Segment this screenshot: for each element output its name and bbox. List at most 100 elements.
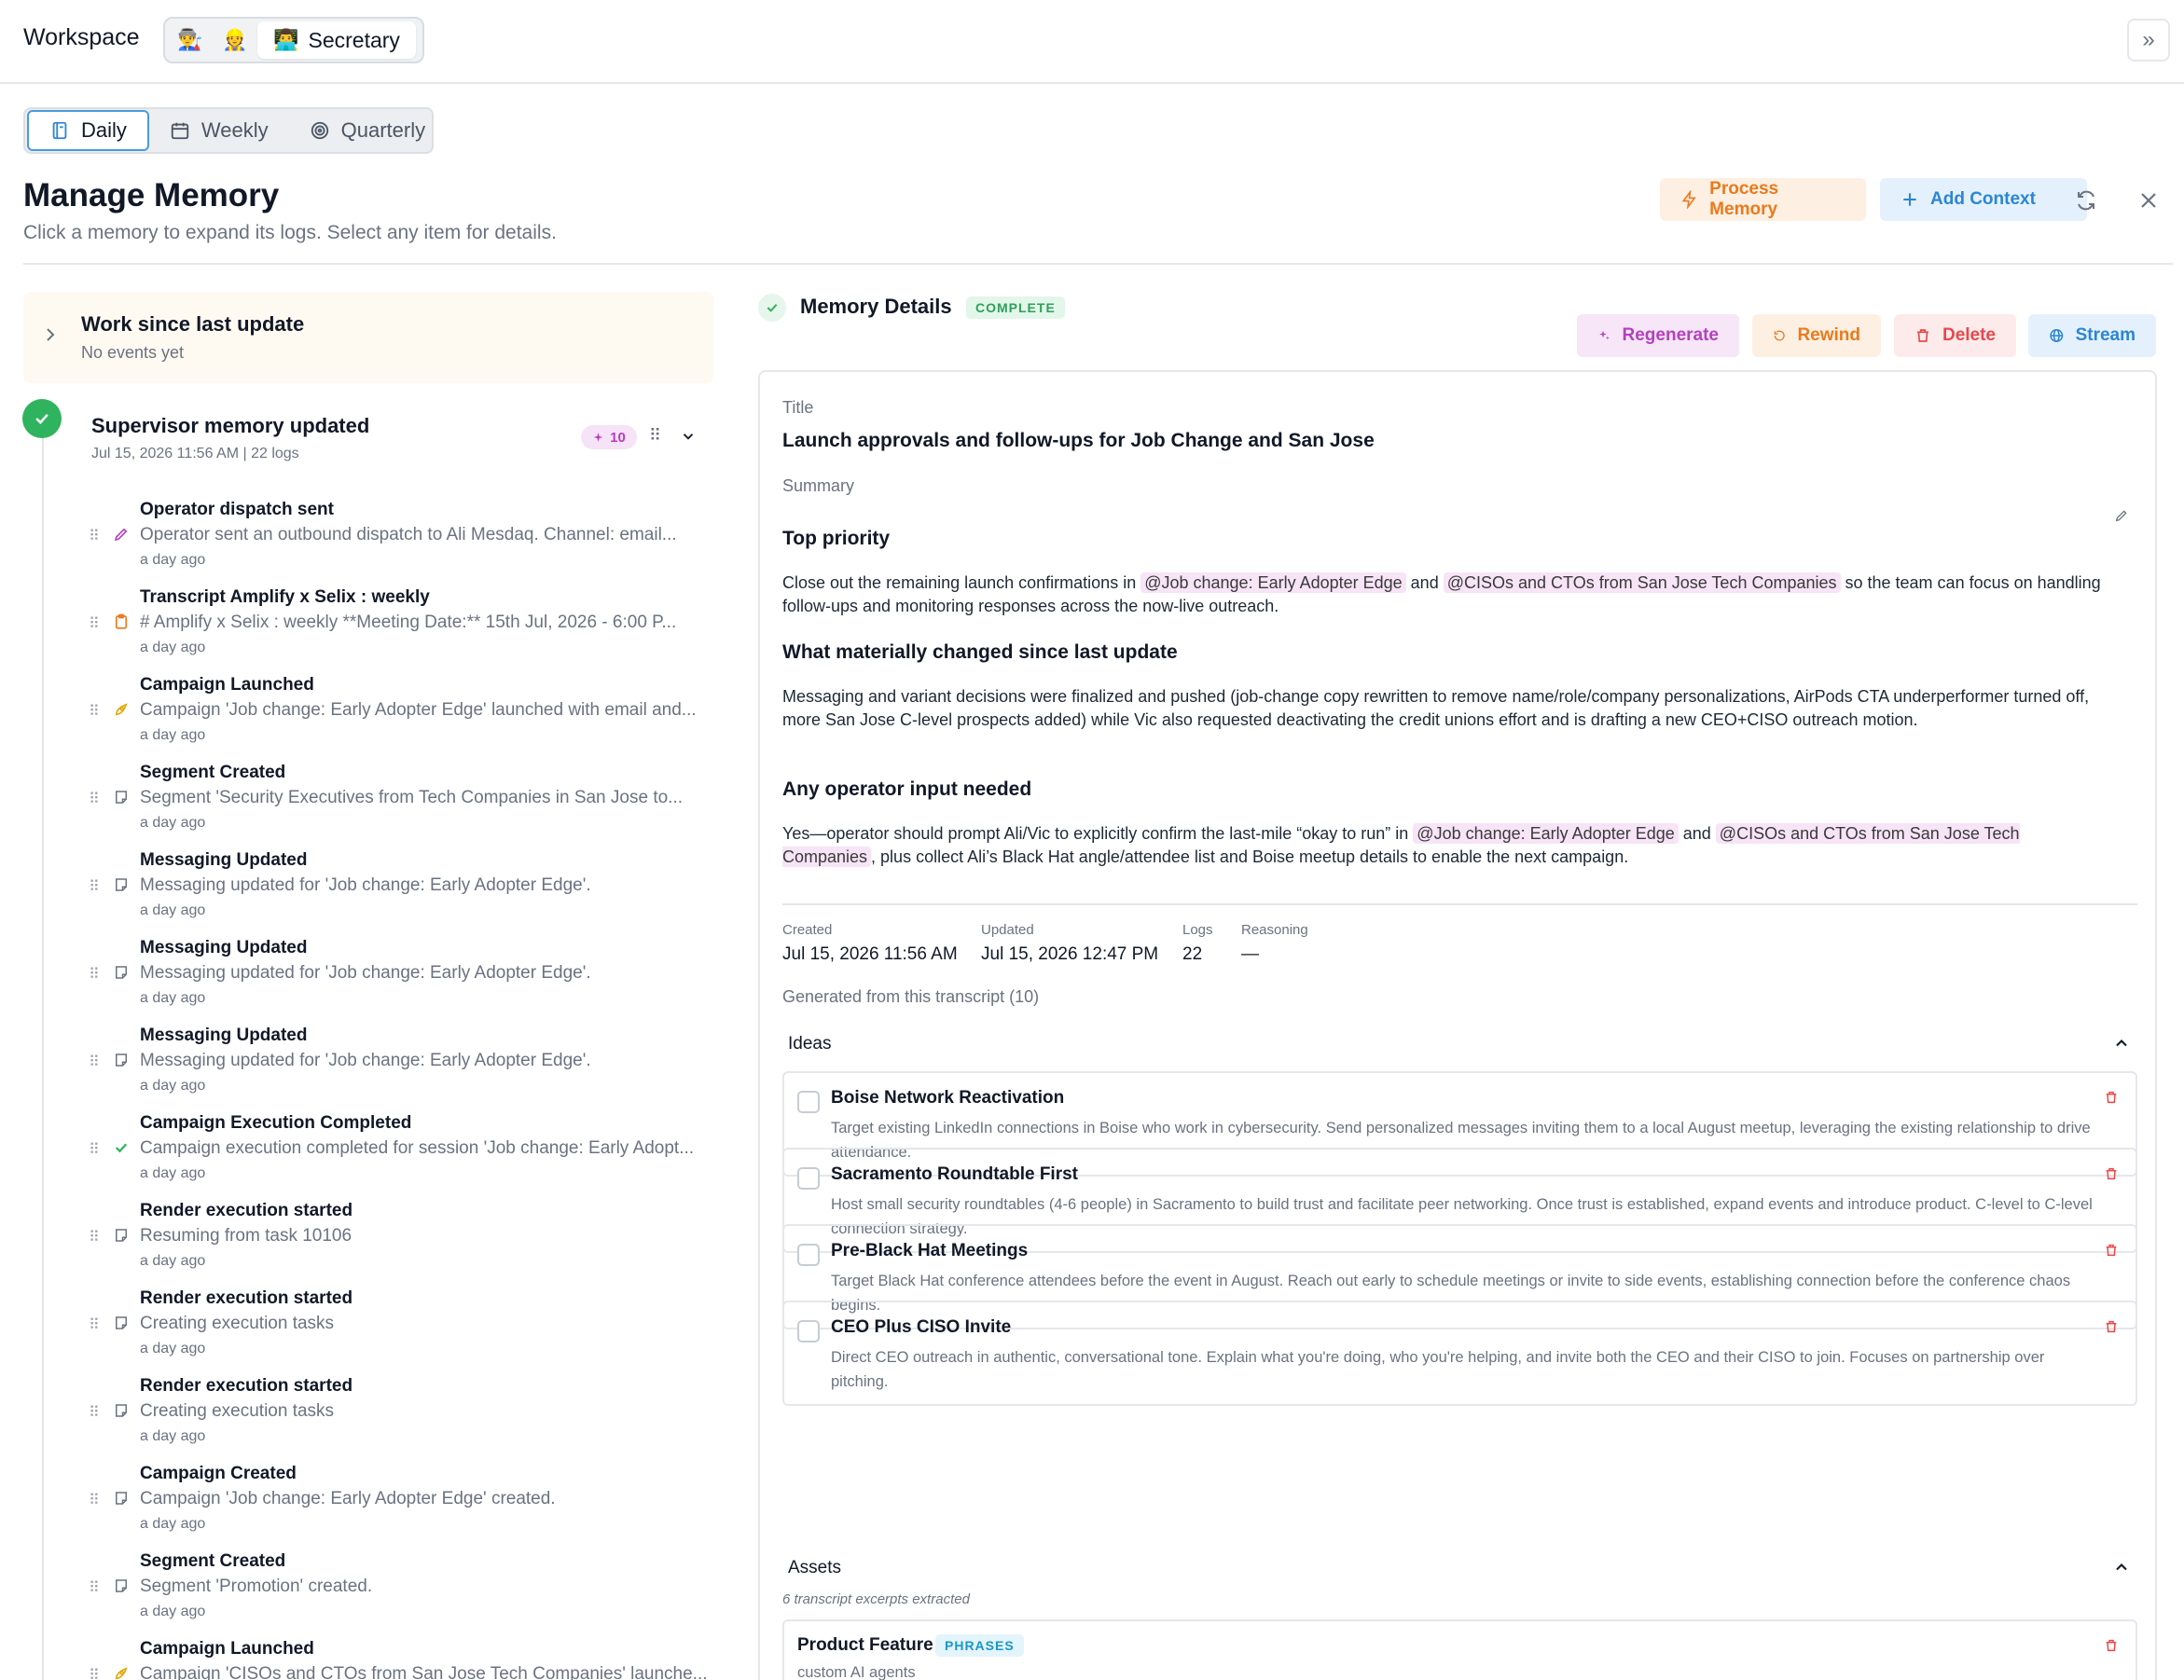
- idea-checkbox[interactable]: [797, 1091, 820, 1113]
- log-item[interactable]: ⠿ Render execution started Creating exec…: [89, 1285, 723, 1372]
- button-label: Delete: [1942, 325, 1996, 345]
- rewind-button[interactable]: Rewind: [1752, 314, 1881, 357]
- drag-handle-icon[interactable]: ⠿: [89, 1228, 100, 1246]
- close-button[interactable]: [2133, 185, 2164, 216]
- work-since-last-update-card[interactable]: Work since last update No events yet: [23, 292, 713, 383]
- mention-cisos-ctos[interactable]: @CISOs and CTOs from San Jose Tech Compa…: [1443, 572, 1841, 593]
- drag-handle-icon[interactable]: ⠿: [89, 1491, 100, 1509]
- log-item[interactable]: ⠿ Campaign Launched Campaign 'Job change…: [89, 671, 723, 759]
- log-item[interactable]: ⠿ Messaging Updated Messaging updated fo…: [89, 1022, 723, 1109]
- check-icon: [22, 399, 62, 438]
- ideas-count-badge[interactable]: 10: [581, 425, 637, 449]
- drag-handle-icon[interactable]: ⠿: [89, 965, 100, 984]
- header-divider: [23, 263, 2173, 265]
- mention-job-change[interactable]: @Job change: Early Adopter Edge: [1413, 823, 1679, 844]
- trash-icon[interactable]: [2104, 1638, 2119, 1658]
- created-value: Jul 15, 2026 11:56 AM: [782, 944, 958, 964]
- assets-section-header[interactable]: Assets: [788, 1558, 841, 1578]
- log-title: Campaign Launched: [140, 675, 314, 695]
- log-description: Segment 'Promotion' created.: [140, 1577, 373, 1596]
- drag-handle-icon[interactable]: ⠿: [89, 1578, 100, 1597]
- asset-card[interactable]: Product Feature PHRASES custom AI agents: [782, 1619, 2137, 1680]
- log-time: a day ago: [140, 640, 206, 655]
- agent-tab-1[interactable]: 👨‍🏭: [168, 21, 213, 59]
- work-since-subtitle: No events yet: [81, 343, 185, 362]
- status-badge: COMPLETE: [966, 296, 1065, 319]
- drag-handle-icon[interactable]: ⠿: [89, 702, 100, 721]
- log-description: Creating execution tasks: [140, 1314, 335, 1333]
- agent-tab-secretary[interactable]: 👨‍💻 Secretary: [257, 21, 416, 59]
- note-icon: [111, 1488, 131, 1508]
- log-description: Segment 'Security Executives from Tech C…: [140, 788, 683, 807]
- tab-quarterly[interactable]: Quarterly: [289, 110, 446, 151]
- log-description: Creating execution tasks: [140, 1401, 335, 1421]
- log-description: Messaging updated for 'Job change: Early…: [140, 1051, 591, 1070]
- add-context-button[interactable]: Add Context: [1880, 178, 2087, 221]
- log-time: a day ago: [140, 1078, 206, 1094]
- chevron-up-icon[interactable]: [2112, 1034, 2131, 1057]
- log-item[interactable]: ⠿ Campaign Execution Completed Campaign …: [89, 1109, 723, 1197]
- regenerate-button[interactable]: Regenerate: [1577, 314, 1739, 357]
- idea-description: Direct CEO outreach in authentic, conver…: [831, 1349, 2045, 1390]
- log-item[interactable]: ⠿ Campaign Launched Campaign 'CISOs and …: [89, 1635, 723, 1680]
- tab-weekly[interactable]: Weekly: [149, 110, 289, 151]
- log-description: Campaign 'Job change: Early Adopter Edge…: [140, 1489, 556, 1508]
- log-item[interactable]: ⠿ Messaging Updated Messaging updated fo…: [89, 847, 723, 934]
- log-item[interactable]: ⠿ Campaign Created Campaign 'Job change:…: [89, 1460, 723, 1548]
- drag-handle-icon[interactable]: ⠿: [89, 790, 100, 808]
- ideas-section-header[interactable]: Ideas: [788, 1034, 831, 1054]
- tab-daily[interactable]: Daily: [27, 110, 149, 151]
- drag-handle-icon[interactable]: ⠿: [89, 1053, 100, 1071]
- log-item[interactable]: ⠿ Segment Created Segment 'Promotion' cr…: [89, 1548, 723, 1635]
- trash-icon[interactable]: [2104, 1243, 2119, 1262]
- refresh-button[interactable]: [2070, 185, 2102, 216]
- log-item[interactable]: ⠿ Messaging Updated Messaging updated fo…: [89, 934, 723, 1022]
- drag-handle-icon[interactable]: ⠿: [89, 614, 100, 633]
- log-time: a day ago: [140, 990, 206, 1006]
- check-icon: [111, 1137, 131, 1158]
- log-item[interactable]: ⠿ Render execution started Creating exec…: [89, 1372, 723, 1460]
- mention-job-change[interactable]: @Job change: Early Adopter Edge: [1140, 572, 1406, 593]
- trash-icon[interactable]: [2104, 1166, 2119, 1186]
- edit-pencil-icon[interactable]: [2114, 508, 2129, 528]
- log-title: Transcript Amplify x Selix : weekly: [140, 587, 430, 607]
- process-memory-button[interactable]: Process Memory: [1660, 178, 1866, 221]
- supervisor-memory-title[interactable]: Supervisor memory updated: [91, 414, 369, 438]
- log-item[interactable]: ⠿ Segment Created Segment 'Security Exec…: [89, 759, 723, 847]
- log-title: Messaging Updated: [140, 938, 308, 957]
- drag-handle-icon[interactable]: ⠿: [89, 1666, 100, 1680]
- assets-note: 6 transcript excerpts extracted: [782, 1591, 970, 1607]
- chevron-up-icon[interactable]: [2112, 1558, 2131, 1581]
- note-icon: [111, 1225, 131, 1246]
- log-title: Campaign Execution Completed: [140, 1113, 412, 1133]
- plus-icon: [1903, 193, 1916, 206]
- collapse-panel-button[interactable]: »: [2127, 19, 2170, 62]
- drag-handle-icon[interactable]: ⠿: [89, 1140, 100, 1159]
- drag-handle-icon[interactable]: ⠿: [89, 527, 100, 545]
- log-item[interactable]: ⠿ Operator dispatch sent Operator sent a…: [89, 496, 723, 584]
- drag-handle-icon[interactable]: ⠿: [89, 1403, 100, 1422]
- workspace-title: Workspace: [23, 24, 140, 50]
- agent-tab-2[interactable]: 👷: [213, 21, 257, 59]
- memory-details-heading: Memory Details: [800, 295, 952, 318]
- tab-label: Weekly: [200, 118, 269, 142]
- trash-icon[interactable]: [2104, 1090, 2119, 1109]
- drag-handle-icon[interactable]: ⠿: [89, 1315, 100, 1334]
- calendar-icon: [171, 122, 189, 140]
- chevron-down-icon[interactable]: [680, 428, 697, 449]
- delete-button[interactable]: Delete: [1894, 314, 2016, 357]
- agent-avatar-icon: 👨‍🏭: [177, 28, 203, 52]
- trash-icon[interactable]: [2104, 1319, 2119, 1339]
- idea-checkbox[interactable]: [797, 1244, 820, 1266]
- stream-button[interactable]: Stream: [2028, 314, 2156, 357]
- drag-handle-icon[interactable]: ⠿: [89, 877, 100, 896]
- log-item[interactable]: ⠿ Transcript Amplify x Selix : weekly # …: [89, 584, 723, 671]
- drag-handle-icon[interactable]: ⠿: [649, 426, 661, 446]
- tab-label: Quarterly: [340, 118, 426, 142]
- idea-title: CEO Plus CISO Invite: [831, 1317, 1012, 1337]
- idea-checkbox[interactable]: [797, 1167, 820, 1190]
- idea-checkbox[interactable]: [797, 1320, 820, 1343]
- idea-card[interactable]: CEO Plus CISO Invite Direct CEO outreach…: [782, 1301, 2137, 1406]
- memory-title: Launch approvals and follow-ups for Job …: [782, 430, 1375, 451]
- log-item[interactable]: ⠿ Render execution started Resuming from…: [89, 1197, 723, 1285]
